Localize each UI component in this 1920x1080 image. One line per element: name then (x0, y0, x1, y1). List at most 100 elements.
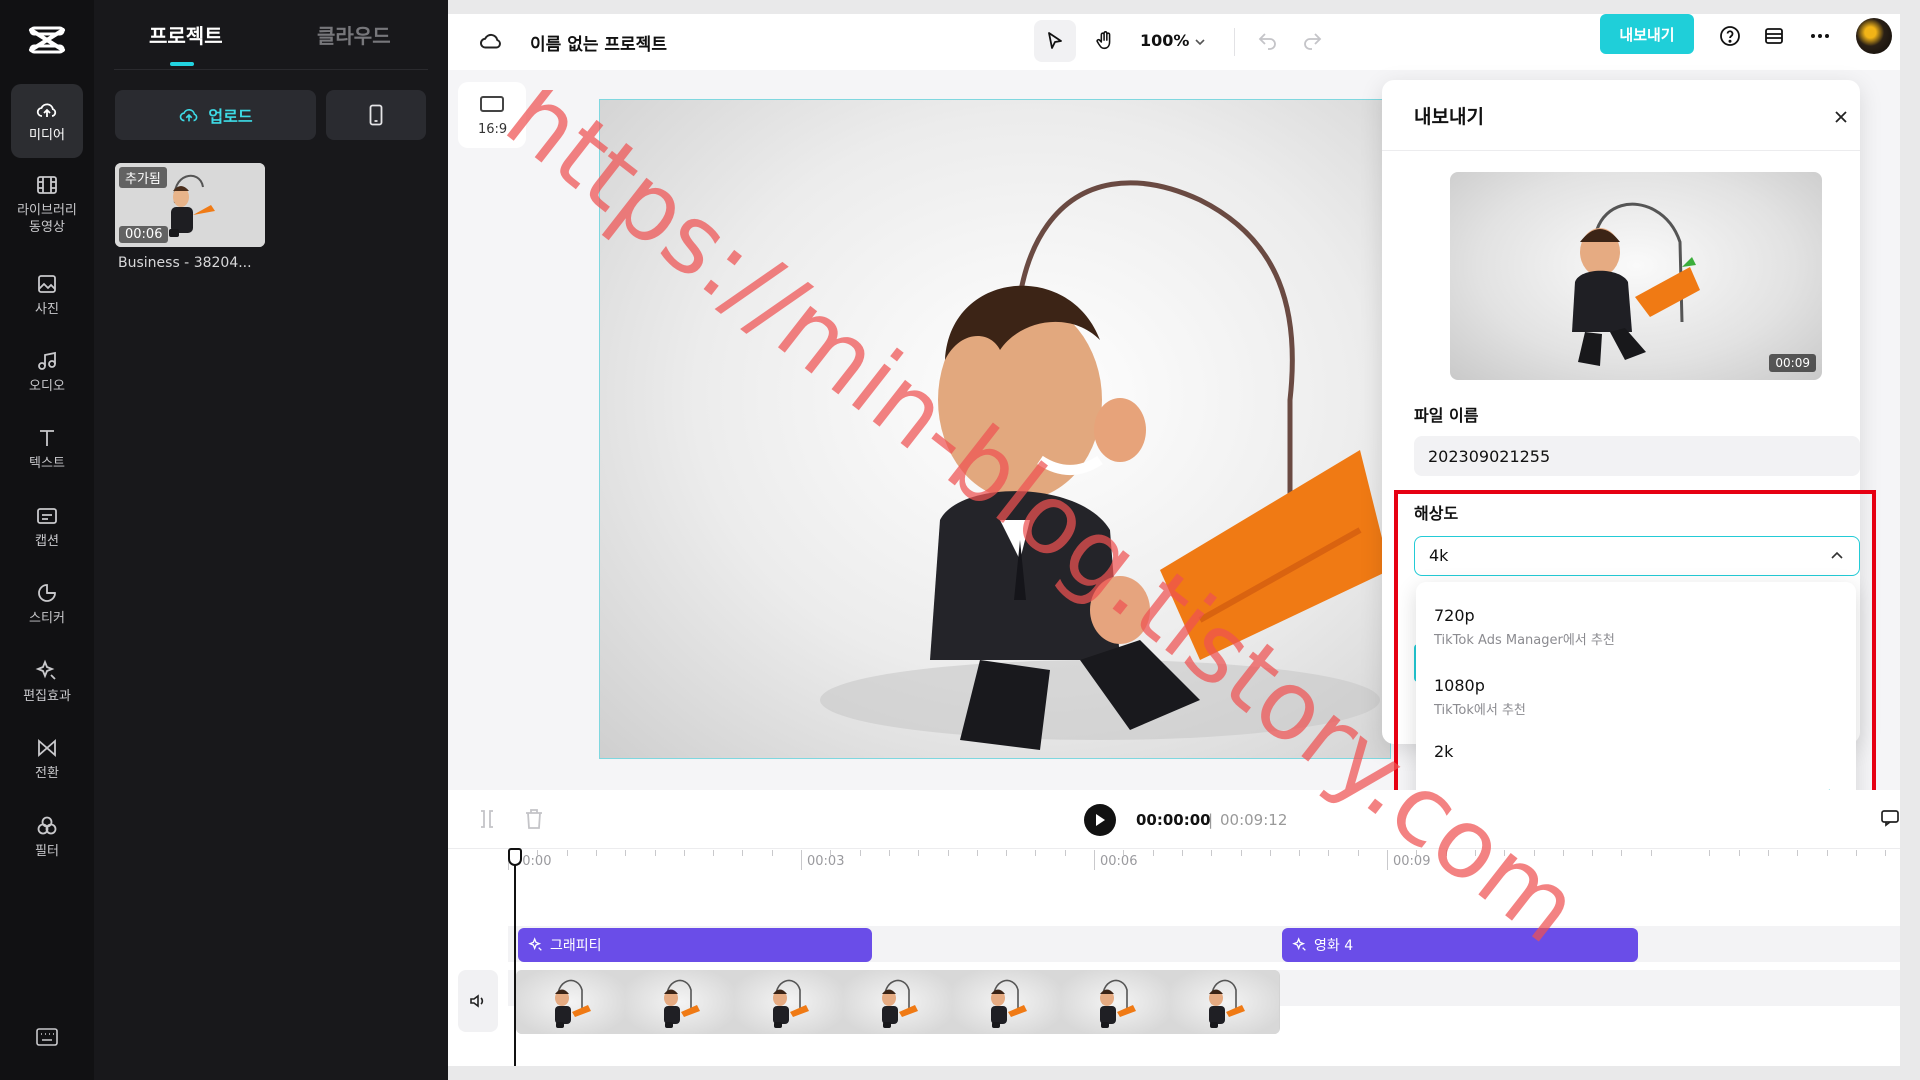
ruler-minor-tick (1299, 850, 1301, 856)
zoom-level[interactable]: 100% (1140, 31, 1189, 50)
top-bar: 이름 없는 프로젝트 100% 내보내기 (448, 14, 1900, 70)
businessman-figure-thumbnail (1572, 202, 1700, 366)
ruler-minor-tick (1211, 850, 1213, 856)
ruler-minor-tick (1533, 850, 1535, 856)
ruler-minor-tick (1504, 850, 1506, 856)
keyboard-icon[interactable] (36, 1028, 58, 1046)
playhead[interactable] (508, 848, 522, 1066)
ruler-minor-tick (625, 850, 627, 856)
cloud-upload-icon (36, 103, 57, 117)
divider (448, 848, 1900, 849)
video-canvas[interactable] (599, 99, 1391, 759)
select-tool-button[interactable] (1034, 20, 1076, 62)
aspect-ratio-button[interactable]: 16:9 (458, 82, 526, 148)
export-panel-title: 내보내기 (1414, 106, 1484, 128)
ruler-minor-tick (976, 850, 978, 856)
ruler-minor-tick (537, 850, 539, 856)
close-icon[interactable] (1834, 110, 1848, 124)
rail-item-photo[interactable]: 사진 (11, 258, 83, 332)
clip-frame (734, 970, 843, 1034)
capcut-logo (29, 26, 65, 54)
divider (1234, 28, 1235, 56)
rail-label: 캡션 (35, 534, 59, 549)
ruler-minor-tick (654, 850, 656, 856)
ruler-minor-tick (1123, 850, 1125, 856)
more-icon[interactable] (1808, 26, 1832, 46)
tab-cloud[interactable]: 클라우드 (317, 20, 391, 49)
hand-tool-button[interactable] (1084, 20, 1126, 62)
rail-label: 오디오 (29, 379, 65, 394)
time-ruler[interactable]: 00:00 00:03 00:06 00:09 (508, 850, 1900, 880)
play-icon (1096, 814, 1105, 826)
ruler-label: 00:06 (1100, 854, 1138, 869)
export-button[interactable]: 내보내기 (1600, 14, 1694, 54)
track-mute-button[interactable] (458, 970, 498, 1032)
media-duration: 00:06 (119, 226, 169, 243)
video-clip[interactable] (516, 970, 1280, 1034)
rail-label: 스티커 (29, 611, 65, 626)
timecode-separator: | (1208, 811, 1214, 829)
media-thumbnail[interactable]: 추가됨 00:06 (115, 163, 265, 247)
tab-indicator (170, 62, 194, 66)
sticker-icon (38, 584, 56, 602)
cursor-icon (1048, 32, 1062, 49)
ruler-minor-tick (771, 850, 773, 856)
ruler-minor-tick (918, 850, 920, 856)
project-title[interactable]: 이름 없는 프로젝트 (530, 30, 667, 55)
ruler-minor-tick (859, 850, 861, 856)
ruler-minor-tick (1767, 850, 1769, 856)
trash-icon[interactable] (524, 808, 544, 830)
sparkle-icon (1292, 937, 1306, 951)
phone-icon (369, 104, 383, 126)
project-panel: 프로젝트 클라우드 업로드 추가됨 00:06 Business - 38204… (94, 0, 448, 1080)
file-name-input[interactable] (1414, 436, 1860, 476)
redo-icon[interactable] (1300, 28, 1324, 52)
rail-item-audio[interactable]: 오디오 (11, 335, 83, 409)
media-name: Business - 38204... (118, 255, 252, 271)
ruler-minor-tick (1006, 850, 1008, 856)
ruler-minor-tick (1592, 850, 1594, 856)
avatar[interactable] (1856, 18, 1892, 54)
clip-frame (625, 970, 734, 1034)
rail-item-text[interactable]: 텍스트 (11, 412, 83, 486)
rail-label: 필터 (35, 844, 59, 859)
current-time: 00:00:00 (1136, 811, 1211, 829)
sparkle-icon (35, 659, 56, 680)
image-icon (38, 275, 56, 293)
cloud-icon[interactable] (478, 28, 504, 54)
mobile-upload-button[interactable] (326, 90, 426, 140)
chevron-down-icon[interactable] (1194, 36, 1206, 48)
rail-label: 미디어 (29, 128, 65, 143)
divider (1382, 150, 1860, 151)
ruler-minor-tick (1035, 850, 1037, 856)
ruler-minor-tick (1621, 850, 1623, 856)
ruler-label: 00:03 (807, 854, 845, 869)
effect-clip-graffiti[interactable]: 그래피티 (518, 928, 872, 962)
rail-item-caption[interactable]: 캡션 (11, 490, 83, 564)
ruler-minor-tick (1445, 850, 1447, 856)
rail-item-transition[interactable]: 전환 (11, 722, 83, 796)
layers-icon[interactable] (1762, 24, 1786, 48)
rail-item-sticker[interactable]: 스티커 (11, 567, 83, 641)
ruler-minor-tick (1855, 850, 1857, 856)
upload-button[interactable]: 업로드 (115, 90, 316, 140)
tab-project[interactable]: 프로젝트 (149, 20, 223, 49)
help-icon[interactable] (1718, 24, 1742, 48)
effect-clip-movie-4[interactable]: 영화 4 (1282, 928, 1638, 962)
rail-item-media[interactable]: 미디어 (11, 84, 83, 158)
subtitle-icon[interactable] (1880, 808, 1900, 828)
play-button[interactable] (1084, 804, 1116, 836)
rail-item-library-video[interactable]: 라이브러리 동영상 (11, 167, 83, 241)
filter-icon (37, 816, 57, 835)
ruler-minor-tick (742, 850, 744, 856)
ruler-major-tick (1387, 850, 1388, 870)
rail-item-filter[interactable]: 필터 (11, 800, 83, 874)
ruler-minor-tick (1826, 850, 1828, 856)
rail-item-effects[interactable]: 편집효과 (11, 645, 83, 719)
ruler-minor-tick (683, 850, 685, 856)
thumbnail-duration: 00:09 (1769, 354, 1816, 372)
ruler-minor-tick (1738, 850, 1740, 856)
split-icon[interactable] (476, 808, 498, 830)
undo-icon[interactable] (1256, 28, 1280, 52)
playhead-handle[interactable] (508, 848, 522, 866)
